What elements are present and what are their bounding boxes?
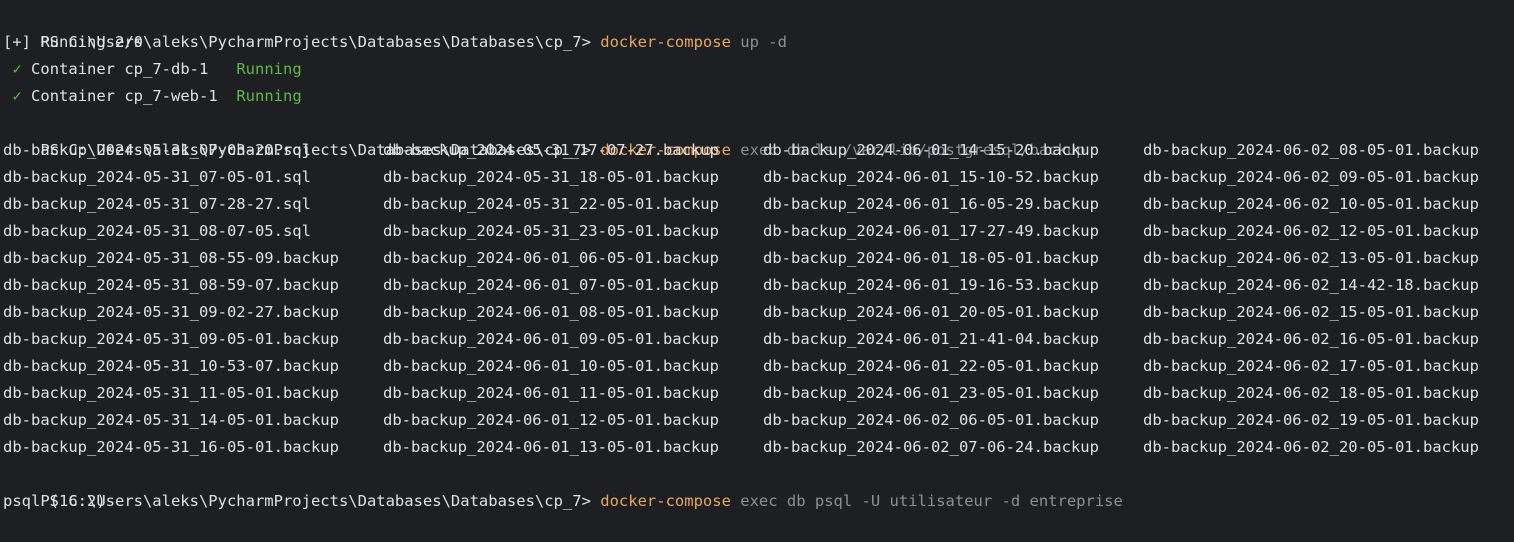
backup-file-name: db-backup_2024-06-02_19-05-01.backup	[1143, 411, 1479, 429]
backup-file-name: db-backup_2024-05-31_09-02-27.backup	[3, 303, 339, 321]
terminal-output[interactable]: PS C:\Users\aleks\PycharmProjects\Databa…	[3, 0, 1514, 510]
command-name: docker-compose	[600, 492, 731, 510]
file-listing-row: db-backup_2024-05-31_09-05-01.backup db-b…	[3, 326, 1514, 353]
command-args: exec db psql -U utilisateur -d entrepris…	[730, 492, 1123, 510]
backup-file-name: db-backup_2024-05-31_09-05-01.backup	[3, 330, 339, 348]
backup-file-name: db-backup_2024-05-31_08-55-09.backup	[3, 249, 339, 267]
backup-file-name: db-backup_2024-05-31_18-05-01.backup	[383, 168, 719, 186]
command-args: up -d	[730, 33, 787, 51]
container-status-row: ✓ Container cp_7-db-1 Running	[3, 56, 1514, 83]
backup-file-name: db-backup_2024-05-31_08-59-07.backup	[3, 276, 339, 294]
command-line-psql: PS C:\Users\aleks\PycharmProjects\Databa…	[3, 461, 1514, 510]
backup-file-name: db-backup_2024-06-02_07-06-24.backup	[763, 438, 1099, 456]
backup-file-name: db-backup_2024-05-31_23-05-01.backup	[383, 222, 719, 240]
backup-file-name: db-backup_2024-06-02_06-05-01.backup	[763, 411, 1099, 429]
backup-file-name: db-backup_2024-06-01_17-27-49.backup	[763, 222, 1099, 240]
backup-file-name: db-backup_2024-06-01_14-15-20.backup	[763, 141, 1099, 159]
backup-file-name: db-backup_2024-06-02_14-42-18.backup	[1143, 276, 1479, 294]
container-state: Running	[236, 87, 302, 105]
file-listing-row: db-backup_2024-05-31_10-53-07.backup db-b…	[3, 353, 1514, 380]
backup-file-name: db-backup_2024-06-01_18-05-01.backup	[763, 249, 1099, 267]
container-label: Container cp_7-web-1	[31, 87, 237, 105]
file-listing-row: db-backup_2024-05-31_07-28-27.sql db-back…	[3, 191, 1514, 218]
backup-file-name: db-backup_2024-06-01_11-05-01.backup	[383, 384, 719, 402]
backup-file-name: db-backup_2024-06-02_15-05-01.backup	[1143, 303, 1479, 321]
backup-file-name: db-backup_2024-06-01_09-05-01.backup	[383, 330, 719, 348]
shell-prompt: PS C:\Users\aleks\PycharmProjects\Databa…	[40, 492, 601, 510]
backup-file-name: db-backup_2024-06-02_17-05-01.backup	[1143, 357, 1479, 375]
backup-file-name: db-backup_2024-05-31_10-53-07.backup	[3, 357, 339, 375]
backup-file-name: db-backup_2024-06-01_08-05-01.backup	[383, 303, 719, 321]
backup-file-name: db-backup_2024-05-31_14-05-01.backup	[3, 411, 339, 429]
backup-file-name: db-backup_2024-06-02_08-05-01.backup	[1143, 141, 1479, 159]
backup-file-name: db-backup_2024-05-31_07-03-20.sql	[3, 141, 311, 159]
command-line-up: PS C:\Users\aleks\PycharmProjects\Databa…	[3, 2, 1514, 51]
file-listing-row: db-backup_2024-05-31_11-05-01.backup db-b…	[3, 380, 1514, 407]
file-listing-row: db-backup_2024-05-31_09-02-27.backup db-b…	[3, 299, 1514, 326]
backup-file-name: db-backup_2024-05-31_16-05-01.backup	[3, 438, 339, 456]
backup-file-name: db-backup_2024-06-02_20-05-01.backup	[1143, 438, 1479, 456]
check-icon: ✓	[12, 60, 22, 78]
backup-file-name: db-backup_2024-06-01_20-05-01.backup	[763, 303, 1099, 321]
file-listing-row: db-backup_2024-05-31_08-59-07.backup db-b…	[3, 272, 1514, 299]
backup-file-name: db-backup_2024-06-02_09-05-01.backup	[1143, 168, 1479, 186]
backup-file-name: db-backup_2024-06-01_21-41-04.backup	[763, 330, 1099, 348]
backup-file-name: db-backup_2024-05-31_07-28-27.sql	[3, 195, 311, 213]
backup-file-name: db-backup_2024-05-31_17-07-27.backup	[383, 141, 719, 159]
command-name: docker-compose	[600, 33, 731, 51]
file-listing-row: db-backup_2024-05-31_16-05-01.backup db-b…	[3, 434, 1514, 461]
backup-file-name: db-backup_2024-06-01_07-05-01.backup	[383, 276, 719, 294]
backup-file-name: db-backup_2024-06-01_19-16-53.backup	[763, 276, 1099, 294]
file-listing-row: db-backup_2024-05-31_07-05-01.sql db-back…	[3, 164, 1514, 191]
backup-file-name: db-backup_2024-06-01_10-05-01.backup	[383, 357, 719, 375]
backup-file-name: db-backup_2024-06-01_16-05-29.backup	[763, 195, 1099, 213]
container-label: Container cp_7-db-1	[31, 60, 237, 78]
backup-file-name: db-backup_2024-06-01_23-05-01.backup	[763, 384, 1099, 402]
backup-file-name: db-backup_2024-06-02_13-05-01.backup	[1143, 249, 1479, 267]
backup-file-name: db-backup_2024-05-31_07-05-01.sql	[3, 168, 311, 186]
container-state: Running	[236, 60, 302, 78]
backup-file-name: db-backup_2024-06-01_12-05-01.backup	[383, 411, 719, 429]
backup-file-name: db-backup_2024-06-02_10-05-01.backup	[1143, 195, 1479, 213]
file-listing: db-backup_2024-05-31_07-03-20.sql db-back…	[3, 137, 1514, 461]
backup-file-name: db-backup_2024-06-02_16-05-01.backup	[1143, 330, 1479, 348]
backup-file-name: db-backup_2024-06-01_15-10-52.backup	[763, 168, 1099, 186]
backup-file-name: db-backup_2024-06-02_12-05-01.backup	[1143, 222, 1479, 240]
backup-file-name: db-backup_2024-05-31_22-05-01.backup	[383, 195, 719, 213]
backup-file-name: db-backup_2024-05-31_11-05-01.backup	[3, 384, 339, 402]
backup-file-name: db-backup_2024-05-31_08-07-05.sql	[3, 222, 311, 240]
backup-file-name: db-backup_2024-06-01_22-05-01.backup	[763, 357, 1099, 375]
container-status-row: ✓ Container cp_7-web-1 Running	[3, 83, 1514, 110]
backup-file-name: db-backup_2024-06-01_13-05-01.backup	[383, 438, 719, 456]
backup-file-name: db-backup_2024-06-01_06-05-01.backup	[383, 249, 719, 267]
backup-file-name: db-backup_2024-06-02_18-05-01.backup	[1143, 384, 1479, 402]
file-listing-row: db-backup_2024-05-31_08-07-05.sql db-back…	[3, 218, 1514, 245]
file-listing-row: db-backup_2024-05-31_08-55-09.backup db-b…	[3, 245, 1514, 272]
command-line-ls: PS C:\Users\aleks\PycharmProjects\Databa…	[3, 110, 1514, 159]
file-listing-row: db-backup_2024-05-31_07-03-20.sql db-back…	[3, 137, 1514, 164]
check-icon: ✓	[12, 87, 22, 105]
file-listing-row: db-backup_2024-05-31_14-05-01.backup db-b…	[3, 407, 1514, 434]
